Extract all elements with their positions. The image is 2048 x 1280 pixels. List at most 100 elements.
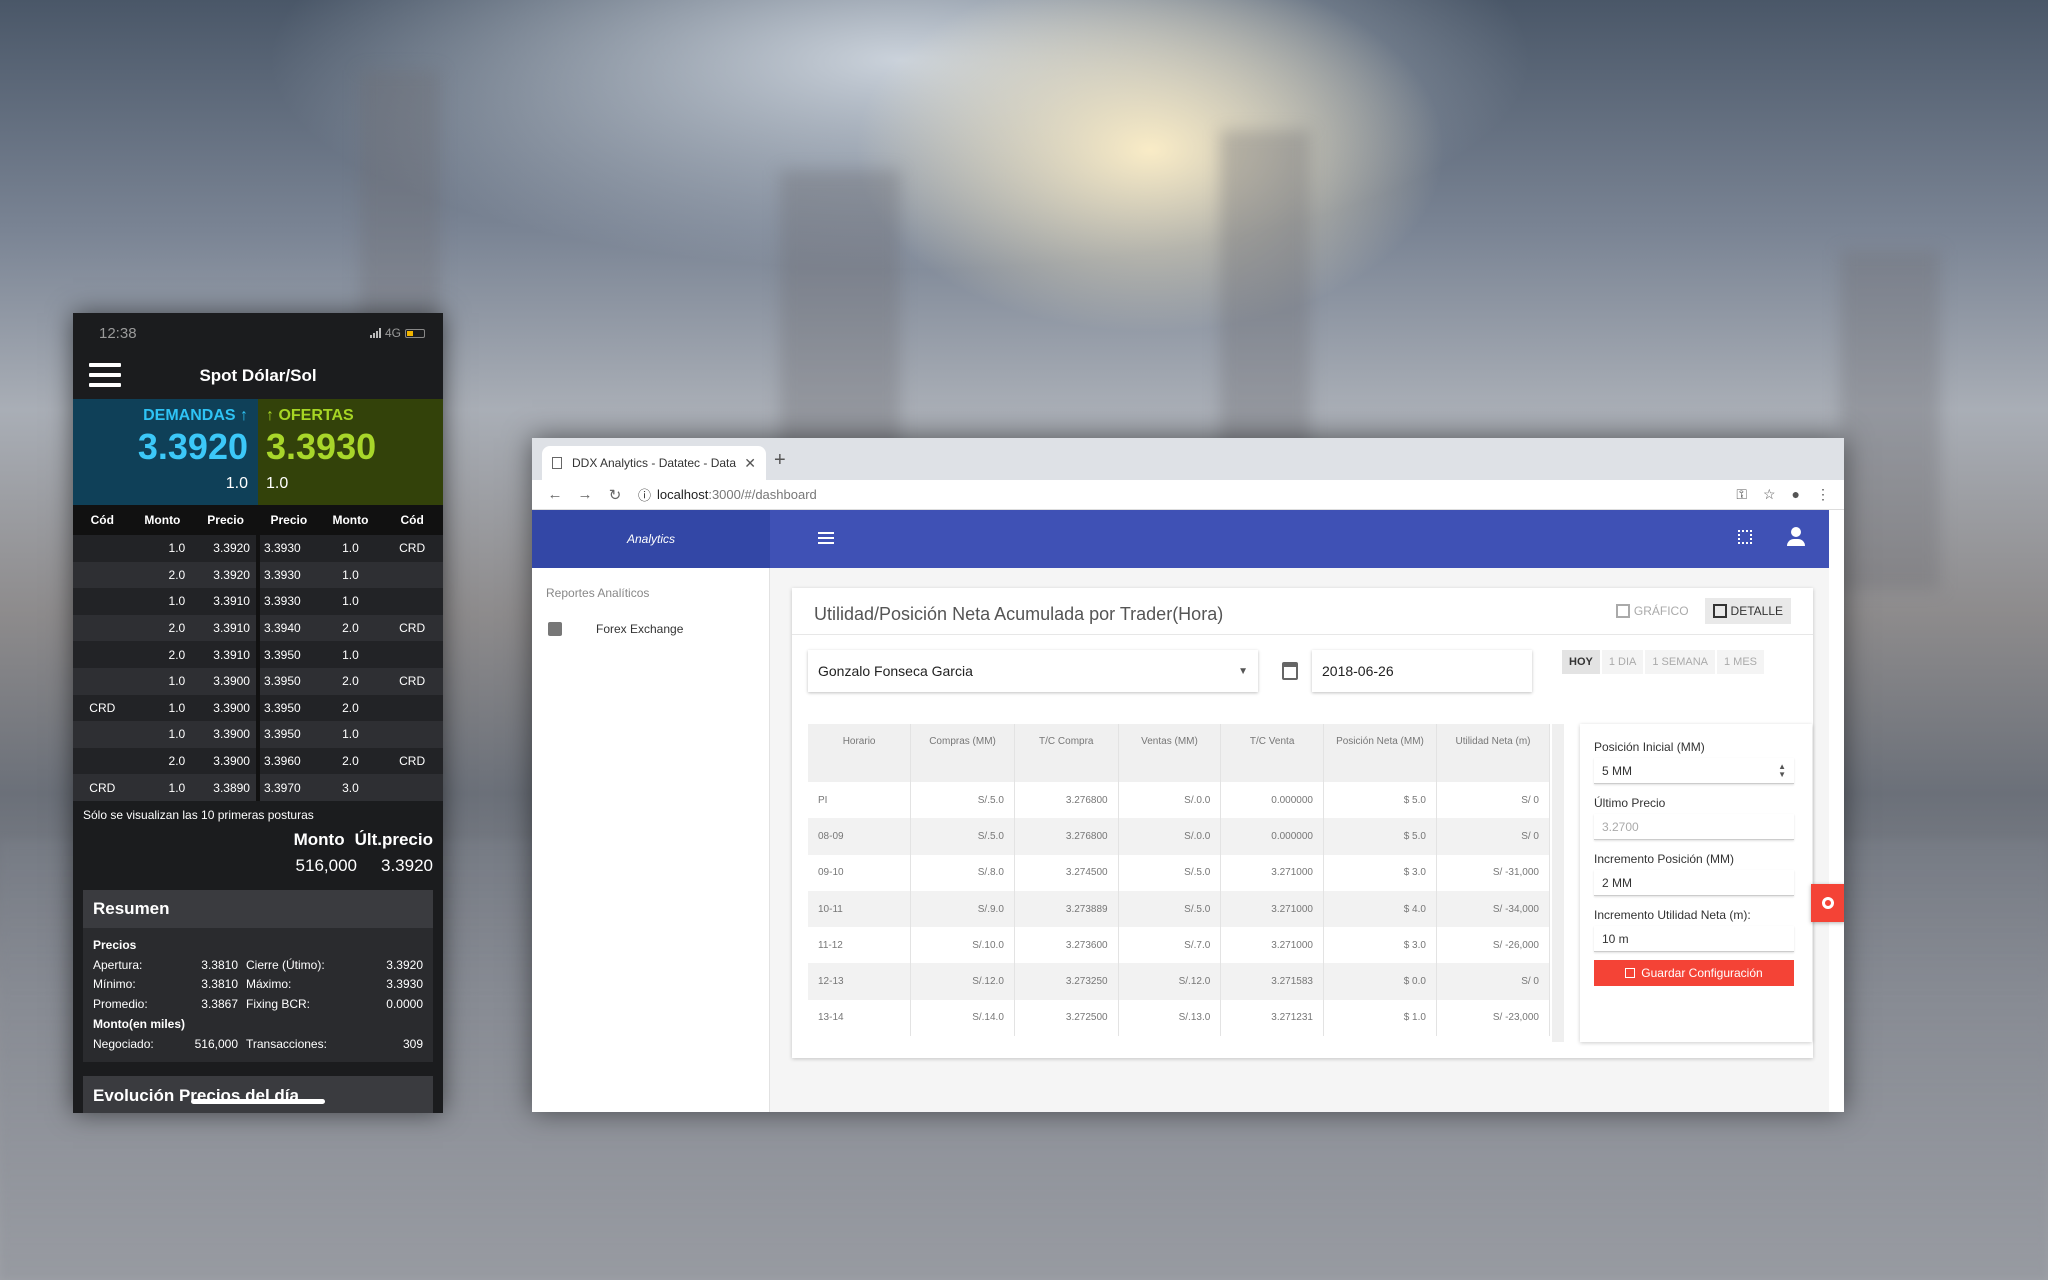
calendar-icon[interactable] — [1282, 662, 1298, 680]
grid-icon — [1712, 604, 1727, 618]
col-ventas[interactable]: Ventas (MM) — [1118, 724, 1222, 782]
sidebar-item-forex[interactable]: Forex Exchange — [532, 600, 769, 636]
col-compras[interactable]: Compras (MM) — [910, 724, 1015, 782]
ask-amount: 1.0 — [319, 721, 382, 748]
table-row[interactable]: 11-12 S/.10.0 3.273600 S/.7.0 3.271000 $ 3.0 S… — [808, 927, 1551, 964]
back-icon[interactable]: ← — [540, 486, 570, 503]
quote-panel: DEMANDAS ↑ 3.3920 1.0 ↑ OFERTAS 3.3930 1… — [73, 399, 443, 505]
ultimo-precio-field[interactable]: 3.2700 — [1594, 814, 1794, 840]
table-row[interactable]: 13-14 S/.14.0 3.272500 S/.13.0 3.271231 $ 1.0… — [808, 999, 1551, 1037]
cell-horario: 10-11 — [808, 890, 912, 928]
monto-value: 516,000 — [295, 855, 357, 875]
more-icon[interactable]: ⋮ — [1816, 486, 1830, 503]
bid-price: 3.3900 — [193, 667, 260, 695]
stat-value: 3.3867 — [201, 996, 238, 1011]
detalle-button[interactable]: DETALLE — [1704, 598, 1791, 624]
forward-icon[interactable]: → — [570, 486, 600, 503]
evolucion-section[interactable]: Evolución Precios del día — [83, 1075, 433, 1113]
demand-panel: DEMANDAS ↑ 3.3920 1.0 — [73, 399, 258, 505]
offer-price: 3.3930 — [266, 426, 377, 467]
table-scrollbar[interactable] — [1552, 724, 1564, 1042]
brand-logo[interactable]: Analytics — [532, 510, 770, 568]
detalle-label: DETALLE — [1730, 604, 1783, 618]
stat-value: 309 — [402, 1037, 423, 1052]
url-field[interactable]: ⓘ localhost:3000/#/dashboard — [638, 485, 1736, 504]
table-row[interactable]: 10-11 S/.9.0 3.273889 S/.5.0 3.271000 $ 4.0 S/… — [808, 890, 1551, 928]
status-bar: 12:38 4G — [73, 313, 443, 353]
offer-qty: 1.0 — [266, 475, 289, 492]
cell-compras: S/.8.0 — [910, 854, 1015, 891]
spinner-icon[interactable]: ▲ ▼ — [1778, 762, 1786, 779]
tab-title: DDX Analytics - Datatec - Data — [572, 456, 737, 470]
sidebar-item-label: Forex Exchange — [596, 622, 684, 636]
grafico-button[interactable]: GRÁFICO — [1608, 598, 1697, 624]
save-config-button[interactable]: Guardar Configuración — [1594, 960, 1794, 986]
account-icon[interactable]: ● — [1792, 486, 1800, 503]
range-1semana-button[interactable]: 1 SEMANA — [1645, 650, 1715, 674]
cell-compras: S/.5.0 — [910, 782, 1015, 819]
bid-amount: 1.0 — [131, 721, 194, 748]
col-tc-venta[interactable]: T/C Venta — [1220, 724, 1324, 782]
trader-select[interactable]: Gonzalo Fonseca Garcia ▼ — [808, 650, 1258, 692]
bid-price: 3.3920 — [193, 561, 260, 589]
bid-code — [73, 747, 132, 775]
ask-amount: 1.0 — [319, 588, 382, 615]
user-icon[interactable] — [1786, 527, 1806, 547]
cell-utilidad: S/ 0 — [1436, 782, 1551, 819]
range-hoy-button[interactable]: HOY — [1562, 650, 1600, 674]
ask-amount: 1.0 — [319, 641, 382, 668]
report-card: Utilidad/Posición Neta Acumulada por Tra… — [792, 588, 1813, 1058]
menu-icon[interactable] — [89, 363, 121, 387]
cell-compras: S/.5.0 — [910, 818, 1015, 855]
monto-values: 516,000 3.3920 — [73, 850, 443, 876]
cell-tc-venta: 0.000000 — [1220, 782, 1324, 819]
cell-tc-venta: 3.271000 — [1220, 890, 1324, 928]
table-row[interactable]: 08-09 S/.5.0 3.276800 S/.0.0 0.000000 $ 5.0 S/… — [808, 818, 1551, 855]
bid-code: CRD — [73, 774, 132, 801]
date-field[interactable]: 2018-06-26 — [1312, 650, 1532, 692]
close-tab-icon[interactable]: ✕ — [744, 455, 756, 472]
table-row[interactable]: 12-13 S/.12.0 3.273250 S/.12.0 3.271583 $ 0.0… — [808, 963, 1551, 1000]
fullscreen-icon[interactable] — [1738, 530, 1752, 544]
cell-horario: 08-09 — [808, 818, 912, 855]
trader-value: Gonzalo Fonseca Garcia — [818, 663, 973, 679]
order-book-row: CRD 1.0 3.3900 3.3950 2.0 — [73, 694, 443, 722]
gear-icon — [1822, 897, 1834, 909]
table-row[interactable]: 09-10 S/.8.0 3.274500 S/.5.0 3.271000 $ 3.0 S/… — [808, 854, 1551, 891]
reload-icon[interactable]: ↻ — [600, 486, 630, 504]
star-icon[interactable]: ☆ — [1763, 486, 1776, 503]
range-1dia-button[interactable]: 1 DIA — [1601, 650, 1644, 674]
menu-icon[interactable] — [818, 532, 834, 544]
col-tc-compra[interactable]: T/C Compra — [1014, 724, 1119, 782]
cell-utilidad: S/ -26,000 — [1436, 927, 1551, 964]
browser-tab[interactable]: DDX Analytics - Datatec - Data ✕ — [542, 446, 766, 480]
key-icon[interactable]: ⚿ — [1736, 486, 1747, 503]
cell-tc-venta: 0.000000 — [1220, 818, 1324, 855]
grafico-label: GRÁFICO — [1633, 604, 1689, 618]
col-posicion[interactable]: Posición Neta (MM) — [1323, 724, 1437, 782]
phone-header: Spot Dólar/Sol — [73, 353, 443, 399]
col-horario[interactable]: Horario — [808, 724, 912, 782]
table-row[interactable]: PI S/.5.0 3.276800 S/.0.0 0.000000 $ 5.0 S/ 0 — [808, 782, 1551, 819]
cell-tc-compra: 3.272500 — [1014, 999, 1119, 1037]
col-utilidad[interactable]: Utilidad Neta (m) — [1436, 724, 1551, 782]
cell-tc-venta: 3.271000 — [1220, 854, 1324, 891]
new-tab-icon[interactable]: + — [774, 449, 786, 472]
monto-header: Monto Últ.precio — [73, 822, 443, 850]
inc-pos-field[interactable]: 2 MM — [1594, 870, 1794, 896]
stat-label: Negociado: — [93, 1037, 154, 1052]
settings-fab[interactable] — [1811, 884, 1844, 922]
inc-util-field[interactable]: 10 m — [1594, 926, 1794, 952]
ult-precio-value: 3.3920 — [381, 855, 433, 875]
stat-value: 3.3930 — [386, 977, 423, 992]
cell-posicion: $ 5.0 — [1323, 782, 1437, 819]
bid-amount: 1.0 — [131, 535, 194, 562]
home-indicator[interactable] — [191, 1099, 325, 1104]
pos-inicial-label: Posición Inicial (MM) — [1594, 740, 1705, 754]
range-1mes-button[interactable]: 1 MES — [1717, 650, 1765, 674]
demand-qty: 1.0 — [225, 475, 248, 492]
cell-horario: 09-10 — [808, 854, 912, 891]
ask-price: 3.3930 — [257, 588, 320, 615]
info-icon[interactable]: ⓘ — [638, 485, 651, 504]
pos-inicial-stepper[interactable]: 5 MM ▲ ▼ — [1594, 758, 1794, 784]
